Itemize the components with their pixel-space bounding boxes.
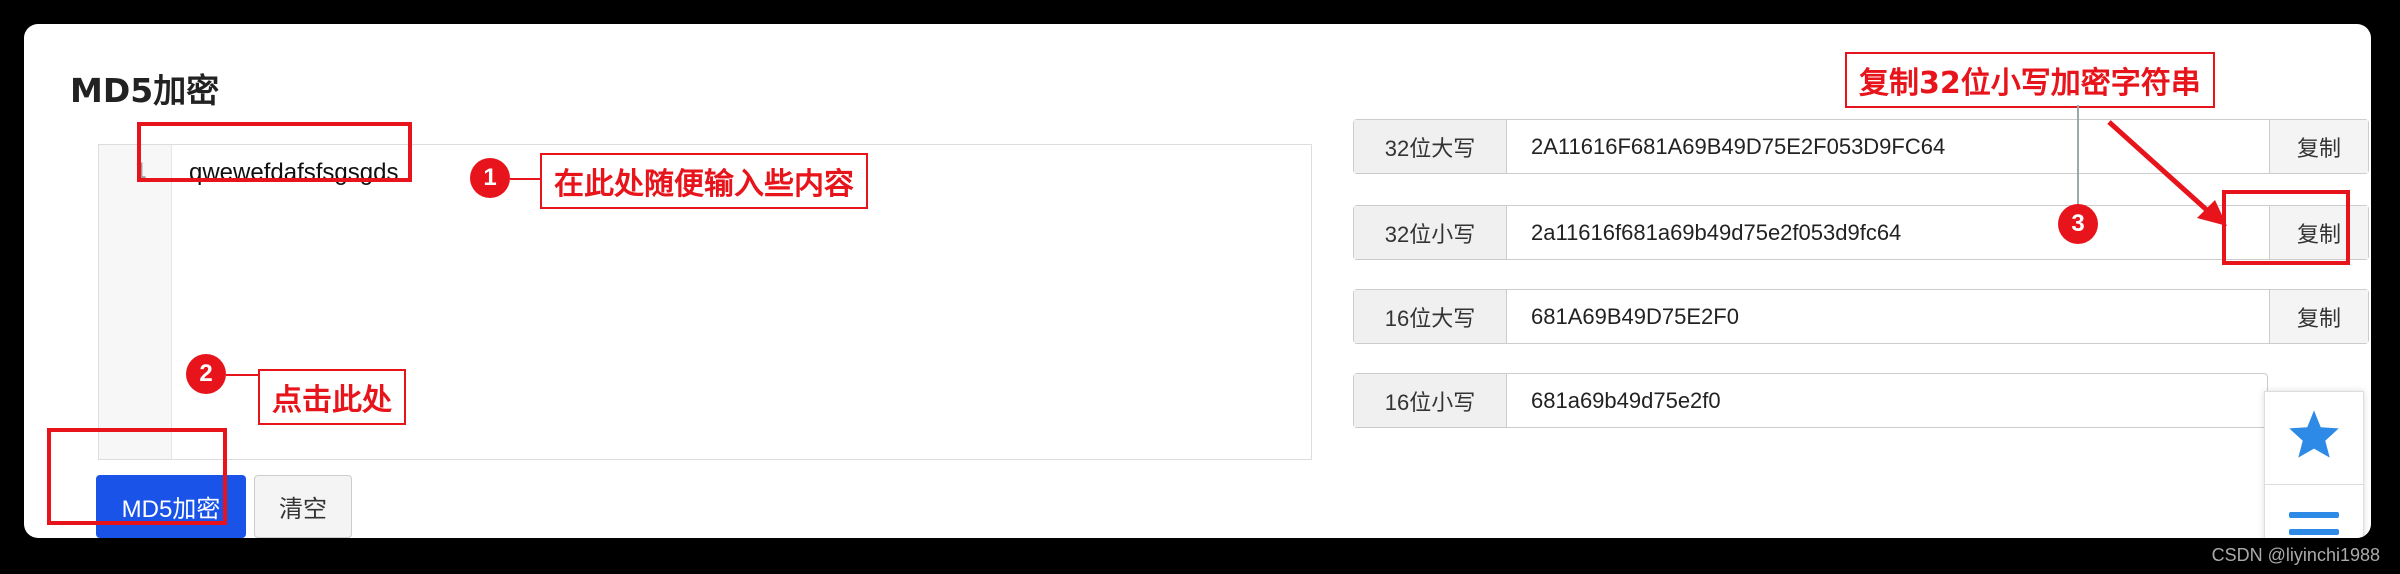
result-row-16-upper: 16位大写 681A69B49D75E2F0 复制: [1353, 289, 2369, 344]
highlight-md5-button: [47, 428, 227, 525]
highlight-editor-text: [137, 122, 412, 182]
step-1-marker: 1: [470, 158, 510, 198]
connector-line: [510, 178, 540, 180]
result-value[interactable]: 681A69B49D75E2F0: [1507, 290, 2269, 343]
step-3-marker: 3: [2058, 204, 2098, 244]
step-2-marker: 2: [186, 354, 226, 394]
page-title: MD5加密: [70, 71, 220, 110]
result-label: 32位大写: [1354, 120, 1507, 173]
connector-line: [2077, 105, 2079, 208]
line-gutter: 1: [99, 145, 172, 459]
result-label: 16位大写: [1354, 290, 1507, 343]
arrow-icon: [2107, 120, 2227, 226]
star-icon[interactable]: [2287, 408, 2341, 460]
menu-icon[interactable]: [2289, 510, 2339, 538]
step-1-callout: 在此处随便输入些内容: [540, 153, 868, 209]
connector-line: [226, 374, 258, 376]
copy-button[interactable]: 复制: [2269, 120, 2368, 173]
result-value[interactable]: 681a69b49d75e2f0: [1507, 374, 2267, 427]
step-3-callout: 复制32位小写加密字符串: [1845, 52, 2215, 108]
step-2-callout: 点击此处: [258, 369, 406, 425]
result-label: 32位小写: [1354, 206, 1507, 259]
result-row-16-lower: 16位小写 681a69b49d75e2f0: [1353, 373, 2268, 428]
highlight-copy-button: [2222, 190, 2350, 265]
copy-button[interactable]: 复制: [2269, 290, 2368, 343]
watermark: CSDN @liyinchi1988: [2211, 545, 2380, 565]
divider: [2265, 484, 2363, 485]
clear-button[interactable]: 清空: [254, 475, 352, 538]
result-label: 16位小写: [1354, 374, 1507, 427]
floating-toolbar: [2264, 391, 2364, 538]
